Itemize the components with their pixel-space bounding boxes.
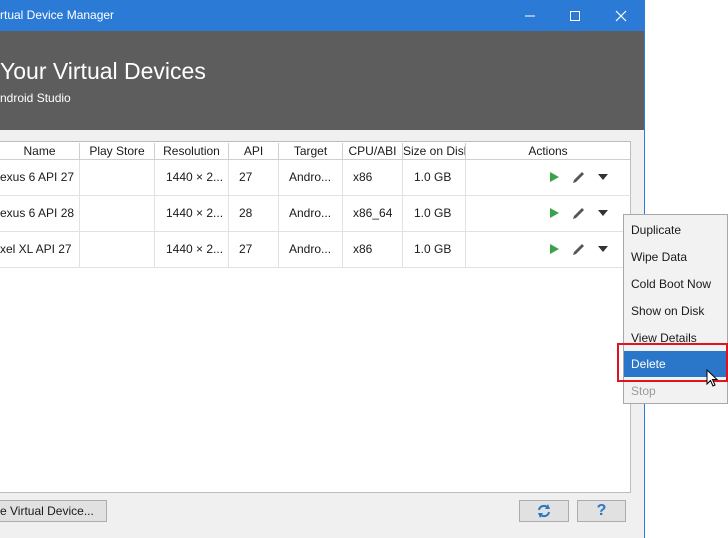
device-play-store xyxy=(80,196,155,231)
menu-item-wipe-data[interactable]: Wipe Data xyxy=(624,244,727,270)
column-header-resolution[interactable]: Resolution xyxy=(155,143,229,160)
device-cpu: x86_64 xyxy=(343,196,403,231)
column-header-actions[interactable]: Actions xyxy=(466,143,630,160)
more-actions-button[interactable] xyxy=(595,241,611,257)
device-resolution: 1440 × 2... xyxy=(155,160,229,195)
close-icon xyxy=(615,10,627,21)
chevron-down-icon xyxy=(598,174,608,180)
pencil-icon xyxy=(573,244,584,255)
device-target: Andro... xyxy=(279,160,343,195)
maximize-icon xyxy=(570,10,580,21)
device-target: Andro... xyxy=(279,196,343,231)
device-name: exus 6 API 27 xyxy=(0,160,80,195)
menu-item-duplicate[interactable]: Duplicate xyxy=(624,217,727,243)
pencil-icon xyxy=(573,172,584,183)
edit-button[interactable] xyxy=(571,205,587,221)
maximize-button[interactable] xyxy=(552,0,598,31)
page-subtitle: ndroid Studio xyxy=(0,91,71,105)
device-api: 28 xyxy=(229,196,279,231)
create-virtual-device-button[interactable]: e Virtual Device... xyxy=(0,500,107,522)
device-resolution: 1440 × 2... xyxy=(155,196,229,231)
page-header: Your Virtual Devices ndroid Studio xyxy=(0,31,645,130)
more-actions-button[interactable] xyxy=(595,205,611,221)
device-table: Name Play Store Resolution API Target CP… xyxy=(0,141,631,493)
column-header-size-on-disk[interactable]: Size on Disk xyxy=(403,143,466,160)
pencil-icon xyxy=(573,208,584,219)
play-icon xyxy=(550,244,559,254)
refresh-button[interactable] xyxy=(519,500,569,522)
help-button[interactable]: ? xyxy=(577,500,626,522)
window-title: rtual Device Manager xyxy=(0,8,115,22)
more-actions-button[interactable] xyxy=(595,169,611,185)
menu-item-show-on-disk[interactable]: Show on Disk xyxy=(624,298,727,324)
table-row[interactable]: exus 6 API 28 1440 × 2... 28 Andro... x8… xyxy=(0,196,631,232)
column-header-name[interactable]: Name xyxy=(0,143,80,160)
run-button[interactable] xyxy=(546,241,562,257)
close-button[interactable] xyxy=(598,0,644,31)
device-target: Andro... xyxy=(279,232,343,267)
minimize-button[interactable] xyxy=(507,0,553,31)
column-header-play-store[interactable]: Play Store xyxy=(80,143,155,160)
table-row[interactable]: xel XL API 27 1440 × 2... 27 Andro... x8… xyxy=(0,232,631,268)
device-cpu: x86 xyxy=(343,160,403,195)
play-icon xyxy=(550,208,559,218)
refresh-icon xyxy=(538,504,550,518)
device-name: xel XL API 27 xyxy=(0,232,80,267)
device-size: 1.0 GB xyxy=(403,196,466,231)
chevron-down-icon xyxy=(598,246,608,252)
device-api: 27 xyxy=(229,232,279,267)
chevron-down-icon xyxy=(598,210,608,216)
play-icon xyxy=(550,172,559,182)
device-resolution: 1440 × 2... xyxy=(155,232,229,267)
title-bar: rtual Device Manager xyxy=(0,0,645,31)
run-button[interactable] xyxy=(546,205,562,221)
device-cpu: x86 xyxy=(343,232,403,267)
column-header-cpu-abi[interactable]: CPU/ABI xyxy=(343,143,403,160)
column-header-target[interactable]: Target xyxy=(279,143,343,160)
page-title: Your Virtual Devices xyxy=(0,58,206,84)
device-size: 1.0 GB xyxy=(403,232,466,267)
cursor-icon xyxy=(706,369,719,387)
device-api: 27 xyxy=(229,160,279,195)
edit-button[interactable] xyxy=(571,241,587,257)
device-size: 1.0 GB xyxy=(403,160,466,195)
minimize-icon xyxy=(525,15,535,16)
column-header-api[interactable]: API xyxy=(229,143,279,160)
device-name: exus 6 API 28 xyxy=(0,196,80,231)
run-button[interactable] xyxy=(546,169,562,185)
menu-item-cold-boot-now[interactable]: Cold Boot Now xyxy=(624,271,727,297)
device-play-store xyxy=(80,160,155,195)
device-play-store xyxy=(80,232,155,267)
edit-button[interactable] xyxy=(571,169,587,185)
table-row[interactable]: exus 6 API 27 1440 × 2... 27 Andro... x8… xyxy=(0,160,631,196)
